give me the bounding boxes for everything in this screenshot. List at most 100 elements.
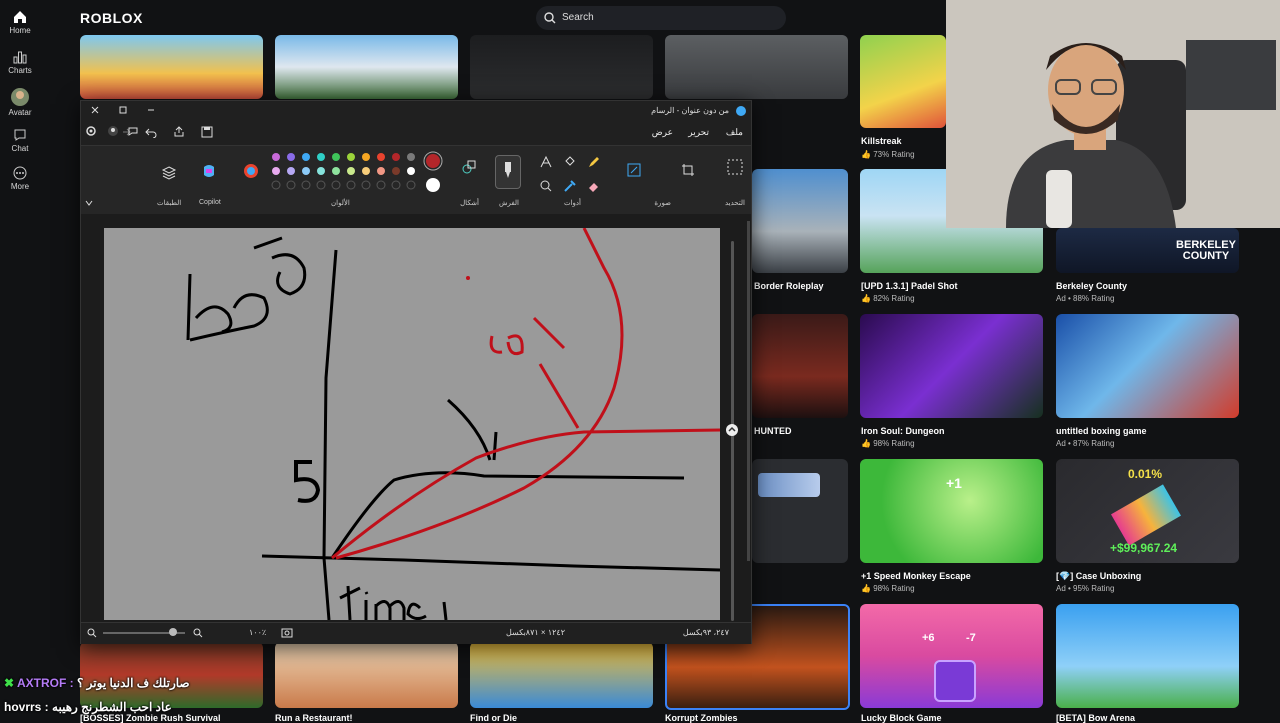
game-thumb-find-or-die[interactable] xyxy=(470,642,653,708)
drawing-canvas[interactable] xyxy=(104,227,721,621)
game-thumb-dark-room[interactable] xyxy=(470,35,653,99)
zoom-slider-thumb[interactable] xyxy=(169,628,177,636)
game-thumb-case-unboxing[interactable]: 0.01% +$99,967.24 xyxy=(1056,459,1239,563)
game-thumb-lucky-block[interactable]: +6 -7 xyxy=(860,604,1043,708)
nav-avatar[interactable]: Avatar xyxy=(0,88,40,117)
text-icon[interactable] xyxy=(539,155,553,169)
game-thumb-mansion[interactable] xyxy=(275,35,458,99)
game-title-korrupt-zombies[interactable]: Korrupt Zombies xyxy=(665,713,738,723)
nav-charts-label: Charts xyxy=(8,66,32,75)
pencil-icon[interactable] xyxy=(587,155,601,169)
primary-color-swatch[interactable] xyxy=(423,151,443,171)
rating-text: 98% Rating xyxy=(873,584,915,593)
nav-chat[interactable]: Chat xyxy=(0,128,40,153)
feedback-icon[interactable] xyxy=(127,125,139,137)
game-title-killstreak[interactable]: Killstreak xyxy=(861,136,902,146)
game-title-lucky-block[interactable]: Lucky Block Game xyxy=(861,713,942,723)
menu-view[interactable]: عرض xyxy=(652,127,673,138)
game-rating-boxing: Ad • 87% Rating xyxy=(1056,439,1115,448)
game-title-speed-monkey[interactable]: +1 Speed Monkey Escape xyxy=(861,571,971,581)
shapes-icon[interactable] xyxy=(461,159,477,175)
game-rating-berkeley-county: Ad • 88% Rating xyxy=(1056,294,1115,303)
gun-shape xyxy=(758,473,820,497)
settings-icon[interactable] xyxy=(85,125,97,137)
save-icon[interactable] xyxy=(201,126,213,138)
chat-text: عاد احب الشطرنج رهيبه xyxy=(52,700,172,714)
zoom-level[interactable]: ١٠٠٪ xyxy=(249,628,266,637)
berkeley-logo-text: BERKELEY COUNTY xyxy=(1176,239,1236,262)
nav-charts[interactable]: Charts xyxy=(0,50,40,75)
cursor-position: ٢٤٧، ٩٣بكسل xyxy=(682,628,729,637)
layer-visibility-icon[interactable] xyxy=(725,423,739,437)
game-thumb-restaurant[interactable] xyxy=(275,642,458,708)
group-label-brushes: الفرش xyxy=(498,200,519,207)
game-thumb-border-roleplay[interactable] xyxy=(752,169,848,273)
image-resize-icon[interactable] xyxy=(627,163,641,177)
game-title-hunted[interactable]: HUNTED xyxy=(754,426,792,436)
account-icon[interactable] xyxy=(107,125,119,137)
color-picker-icon[interactable] xyxy=(563,179,577,193)
game-title-berkeley-county[interactable]: Berkeley County xyxy=(1056,281,1127,291)
nav-more[interactable]: More xyxy=(0,166,40,191)
group-label-layers: الطبقات xyxy=(157,200,182,207)
game-thumb-car[interactable] xyxy=(665,35,848,99)
sketch-drawing xyxy=(186,227,721,621)
game-thumb-gun[interactable] xyxy=(752,459,848,563)
game-title-case-unboxing[interactable]: [💎] Case Unboxing xyxy=(1056,571,1141,582)
game-thumb-killstreak[interactable] xyxy=(860,35,946,128)
menu-file[interactable]: ملف xyxy=(726,127,743,138)
game-title-iron-soul[interactable]: Iron Soul: Dungeon xyxy=(861,426,945,436)
game-title-bow-arena[interactable]: [BETA] Bow Arena xyxy=(1056,713,1135,723)
menu-edit[interactable]: تحرير xyxy=(688,127,709,138)
game-thumb-hunted[interactable] xyxy=(752,314,848,418)
palette-swatches[interactable] xyxy=(271,151,421,191)
copilot-icon[interactable] xyxy=(201,163,217,179)
select-icon[interactable] xyxy=(727,159,743,175)
search-icon xyxy=(544,12,556,24)
edit-colors-icon[interactable] xyxy=(243,163,259,179)
paint-app-icon xyxy=(736,106,746,116)
chat-username: hovrrs : xyxy=(4,700,49,714)
game-thumb-zombie-rush[interactable] xyxy=(80,642,263,708)
game-thumb-berkeley-county[interactable]: BERKELEY COUNTY xyxy=(1056,228,1239,273)
game-title-zombie-rush[interactable]: [BOSSES] Zombie Rush Survival xyxy=(80,713,221,723)
share-icon[interactable] xyxy=(173,126,185,138)
game-thumb-speed-monkey[interactable]: +1 xyxy=(860,459,1043,563)
game-thumb-bow-arena[interactable] xyxy=(1056,604,1239,708)
minimize-icon[interactable] xyxy=(147,106,155,114)
search-placeholder: Search xyxy=(562,12,594,23)
search-bar[interactable]: Search xyxy=(536,6,786,30)
maximize-icon[interactable] xyxy=(119,106,127,114)
paint-title: من دون عنوان - الرسام xyxy=(651,106,729,115)
roblox-logo[interactable]: ROBLOX xyxy=(80,10,143,26)
game-title-border-roleplay[interactable]: Border Roleplay xyxy=(754,281,824,291)
fill-icon[interactable] xyxy=(563,155,577,169)
game-title-find-or-die[interactable]: Find or Die xyxy=(470,713,517,723)
chat-message: ✖ AXTROF : صارتلك ف الدنيا يوتر ؟ xyxy=(4,676,190,690)
brush-icon xyxy=(505,162,511,178)
secondary-color-swatch[interactable] xyxy=(425,177,441,193)
game-thumb-boxing[interactable] xyxy=(1056,314,1239,418)
streamer-figure xyxy=(946,0,1280,228)
brush-button[interactable] xyxy=(495,155,521,189)
eraser-icon[interactable] xyxy=(587,179,601,193)
close-icon[interactable] xyxy=(91,106,99,114)
game-title-restaurant[interactable]: Run a Restaurant! xyxy=(275,713,353,723)
chevron-down-icon[interactable] xyxy=(85,199,93,207)
layers-icon[interactable] xyxy=(161,165,177,181)
magnifier-icon[interactable] xyxy=(539,179,553,193)
game-title-boxing[interactable]: untitled boxing game xyxy=(1056,426,1147,436)
fit-to-window-icon[interactable] xyxy=(281,627,293,639)
group-label-image: صورة xyxy=(654,200,671,207)
window-scrollbar[interactable] xyxy=(747,221,750,561)
crop-icon[interactable] xyxy=(681,163,695,177)
game-thumb-kart-wars[interactable] xyxy=(80,35,263,99)
knife-shape xyxy=(1111,484,1181,546)
game-title-padel-shot[interactable]: [UPD 1.3.1] Padel Shot xyxy=(861,281,958,291)
nav-home[interactable]: Home xyxy=(0,10,40,35)
zoom-in-icon[interactable] xyxy=(193,628,203,638)
zoom-out-icon[interactable] xyxy=(87,628,97,638)
undo-icon[interactable] xyxy=(145,126,157,138)
rating-text: 73% Rating xyxy=(873,150,915,159)
game-thumb-iron-soul[interactable] xyxy=(860,314,1043,418)
